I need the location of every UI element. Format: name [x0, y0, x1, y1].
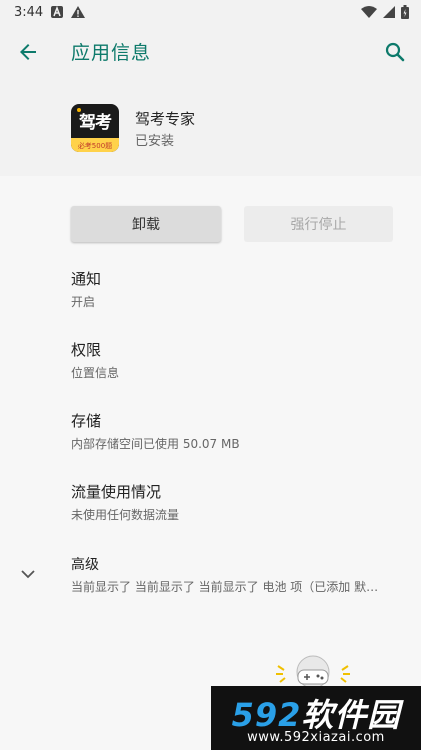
watermark-brand-num: 592 [231, 696, 302, 734]
app-bar: 应用信息 [0, 24, 421, 80]
pref-summary: 位置信息 [71, 366, 120, 380]
pref-title: 权限 [71, 341, 102, 359]
pref-permissions[interactable]: 权限 位置信息 [71, 339, 119, 381]
app-icon-band-text: 必考500题 [77, 142, 113, 150]
status-bar: 3:44 [0, 0, 421, 24]
chevron-down-icon[interactable] [18, 564, 38, 584]
app-install-status: 已安装 [135, 134, 175, 149]
force-stop-button[interactable]: 强行停止 [244, 206, 393, 242]
pref-title: 通知 [71, 270, 102, 288]
pref-title: 存储 [71, 412, 102, 430]
watermark-url: www.592xiazai.com [247, 730, 385, 745]
pref-notifications[interactable]: 通知 开启 [71, 268, 101, 310]
back-arrow-icon[interactable] [16, 40, 40, 64]
pref-summary: 内部存储空间已使用 50.07 MB [71, 437, 240, 451]
app-icon: 驾考 必考500题 [71, 104, 119, 152]
uninstall-button[interactable]: 卸载 [71, 206, 221, 242]
pref-summary: 开启 [71, 295, 96, 309]
search-icon[interactable] [383, 40, 407, 64]
pref-title: 流量使用情况 [71, 483, 162, 501]
pref-storage[interactable]: 存储 内部存储空间已使用 50.07 MB [71, 410, 240, 452]
app-name: 驾考专家 [135, 110, 196, 128]
wifi-icon [361, 6, 377, 18]
cellular-icon [383, 6, 395, 18]
notification-a-icon [51, 6, 64, 18]
pref-summary: 未使用任何数据流量 [71, 508, 180, 522]
status-time: 3:44 [14, 4, 44, 20]
warning-icon [71, 6, 86, 18]
watermark-brand-cn: 软件园 [301, 696, 401, 734]
pref-advanced[interactable]: 高级 当前显示了 当前显示了 当前显示了 电池 项（已添加 默… [71, 554, 401, 595]
watermark-logo: 592软件园 www.592xiazai.com [211, 686, 421, 750]
app-icon-text: 驾考 [79, 113, 112, 133]
pref-data-usage[interactable]: 流量使用情况 未使用任何数据流量 [71, 481, 179, 523]
battery-icon [401, 5, 409, 19]
pref-summary: 当前显示了 当前显示了 当前显示了 电池 项（已添加 默… [71, 580, 379, 594]
page-title: 应用信息 [71, 42, 152, 64]
pref-title: 高级 [71, 557, 99, 573]
app-header: 驾考 必考500题 驾考专家 已安装 [0, 80, 421, 176]
